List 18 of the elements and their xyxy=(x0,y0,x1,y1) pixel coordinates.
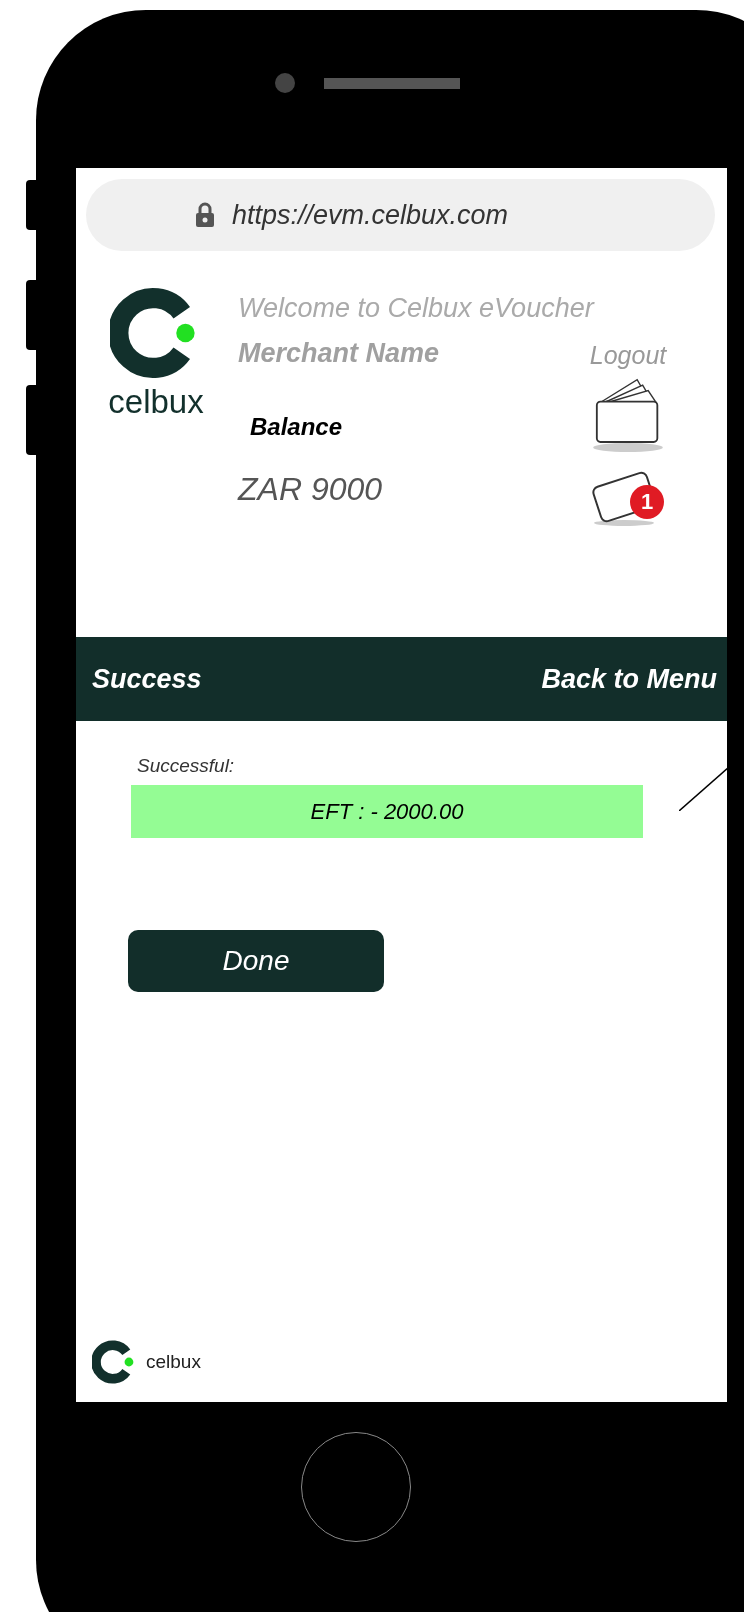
leader-line xyxy=(679,767,729,811)
welcome-text: Welcome to Celbux eVoucher xyxy=(238,293,594,324)
camera-icon xyxy=(275,73,295,93)
logo-mark-icon xyxy=(92,1340,136,1384)
logo-text: celbux xyxy=(108,383,204,421)
page-title: Success xyxy=(92,663,202,695)
success-message: EFT : - 2000.00 xyxy=(131,785,643,838)
done-button[interactable]: Done xyxy=(128,930,384,992)
balance-value: ZAR 9000 xyxy=(238,471,383,508)
balance-label: Balance xyxy=(250,413,343,441)
back-to-menu-link[interactable]: Back to Menu xyxy=(541,663,717,695)
notification-badge: 1 xyxy=(630,485,664,519)
logo-text: celbux xyxy=(146,1351,201,1373)
result-label: Successful: xyxy=(137,755,235,777)
lock-icon xyxy=(195,202,215,228)
address-bar[interactable]: https://evm.celbux.com xyxy=(86,179,715,251)
url-text: https://evm.celbux.com xyxy=(232,199,509,231)
merchant-name: Merchant Name xyxy=(238,338,440,369)
